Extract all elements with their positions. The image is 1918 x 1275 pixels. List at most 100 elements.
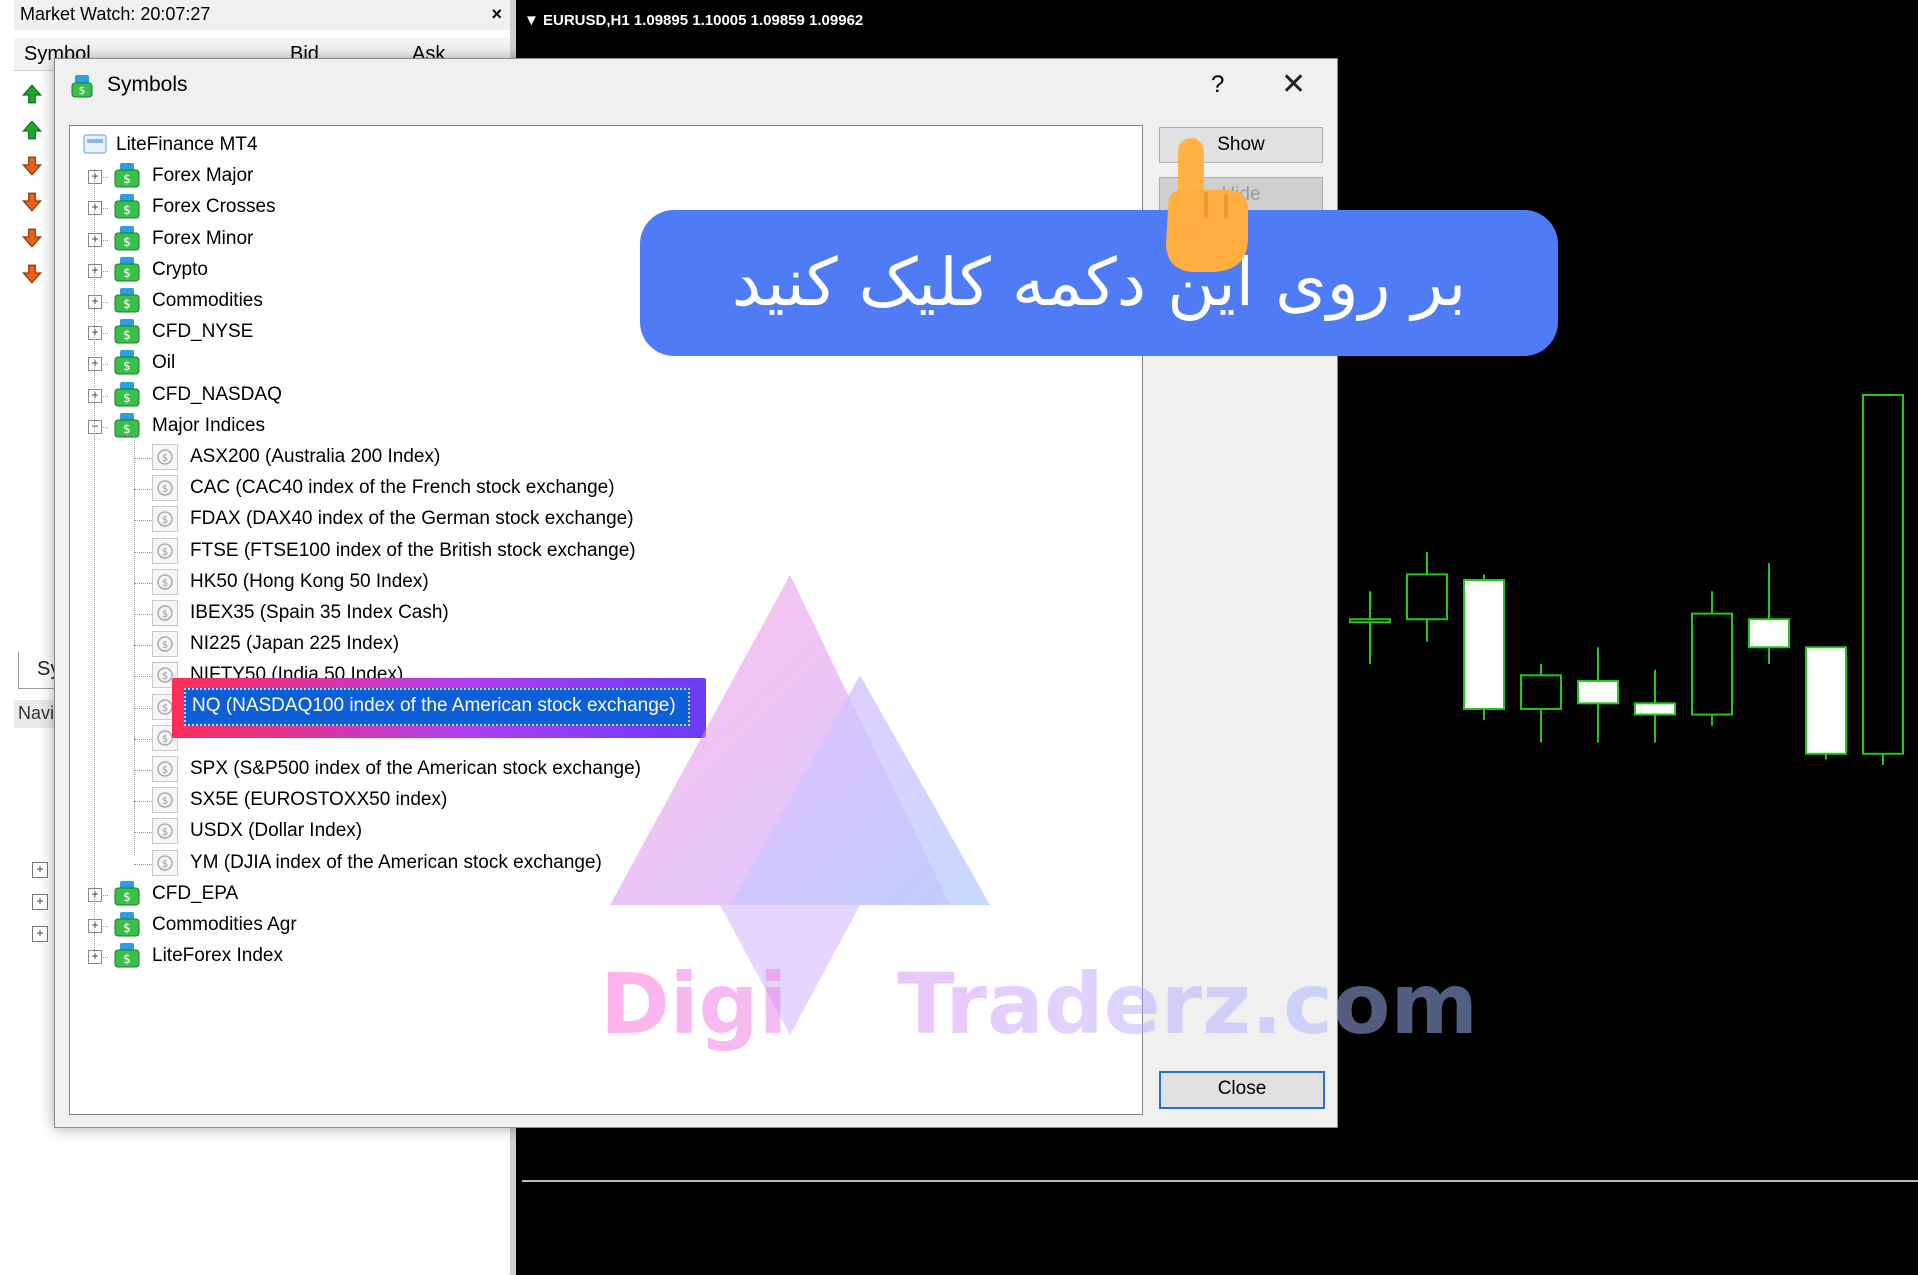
svg-text:$: $ [162, 453, 168, 464]
folder-icon: $ [112, 880, 142, 906]
symbol-row[interactable]: $ SPX (S&P500 index of the American stock… [0, 754, 1100, 784]
symbol-label: FDAX (DAX40 index of the German stock ex… [190, 508, 634, 530]
expand-icon[interactable]: + [88, 357, 102, 372]
expand-icon[interactable]: + [88, 919, 102, 933]
folder-icon: $ [112, 942, 142, 968]
candle-body [1463, 579, 1505, 710]
svg-text:$: $ [123, 921, 131, 935]
symbol-label: FTSE (FTSE100 index of the British stock… [190, 539, 636, 561]
symbol-label: CAC (CAC40 index of the French stock exc… [190, 477, 615, 499]
svg-text:$: $ [123, 890, 131, 904]
symbol-row[interactable]: $ USDX (Dollar Index) [0, 816, 1100, 846]
symbol-label: YM (DJIA index of the American stock exc… [190, 851, 602, 873]
dialog-title: Symbols [107, 73, 188, 96]
symbol-icon: $ [152, 568, 178, 595]
close-button[interactable]: Close [1159, 1071, 1325, 1109]
candle-body [1691, 612, 1733, 716]
symbol-row[interactable]: $ FDAX (DAX40 index of the German stock e… [0, 504, 1100, 534]
candle [1691, 591, 1733, 726]
candle [1577, 647, 1619, 743]
expand-icon[interactable]: + [88, 887, 102, 902]
symbol-icon: $ [152, 475, 178, 502]
price-up-icon [18, 80, 44, 108]
symbol-label: ASX200 (Australia 200 Index) [190, 446, 441, 467]
svg-text:$: $ [123, 297, 131, 311]
symbol-icon: $ [152, 756, 178, 782]
candle-body [1349, 618, 1391, 624]
svg-text:$: $ [123, 359, 131, 373]
selected-row-highlight[interactable] [172, 677, 706, 738]
symbol-icon: $ [152, 600, 178, 626]
symbol-row[interactable]: $ IBEX35 (Spain 35 Index Cash) [0, 598, 1100, 628]
expand-icon[interactable]: + [88, 170, 102, 185]
tree-group-cfd-epa[interactable]: + $ CFD_EPA [0, 879, 1100, 909]
market-watch-titlebar: Market Watch: 20:07:27 × [14, 0, 510, 30]
svg-text:$: $ [162, 484, 168, 495]
symbol-row[interactable]: $ HK50 (Hong Kong 50 Index) [0, 567, 1100, 597]
tree-root[interactable]: LiteFinance MT4 [0, 130, 1100, 160]
server-icon [82, 131, 108, 157]
chart-title: ▼ EURUSD,H1 1.09895 1.10005 1.09859 1.09… [524, 12, 864, 29]
symbol-row[interactable]: $ NI225 (Japan 225 Index) [0, 629, 1100, 659]
symbol-row[interactable]: $ YM (DJIA index of the American stock ex… [0, 848, 1100, 878]
symbol-row[interactable]: $ ASX200 (Australia 200 Index) [0, 442, 1100, 472]
tree-group-cfd-nasdaq[interactable]: + $ CFD_NASDAQ [0, 380, 1100, 410]
dialog-close-icon[interactable]: ✕ [1281, 67, 1306, 102]
candle-body [1406, 573, 1448, 621]
folder-icon: $ [112, 381, 142, 407]
tree-group-label: Oil [152, 352, 176, 374]
expand-icon[interactable]: + [88, 388, 102, 403]
collapse-icon[interactable]: − [88, 419, 102, 434]
tree-group-label: Crypto [152, 258, 208, 280]
svg-text:$: $ [162, 609, 168, 620]
expand-icon[interactable]: + [88, 201, 102, 216]
svg-text:$: $ [162, 547, 168, 558]
tree-group-label: CFD_EPA [152, 882, 239, 904]
tree-root-label: LiteFinance MT4 [116, 134, 258, 155]
svg-text:$: $ [79, 84, 86, 97]
folder-icon: $ [112, 911, 142, 937]
symbol-icon: $ [152, 444, 178, 470]
symbol-row[interactable]: $ SX5E (EUROSTOXX50 index) [0, 785, 1100, 815]
expand-icon[interactable]: + [88, 326, 102, 341]
tree-group-label: Forex Major [152, 165, 254, 187]
svg-text:$: $ [162, 765, 168, 776]
expand-icon[interactable]: + [88, 232, 102, 247]
svg-text:$: $ [162, 703, 168, 714]
expand-icon[interactable]: + [88, 950, 102, 965]
candle [1349, 591, 1391, 665]
symbol-label: SX5E (EUROSTOXX50 index) [190, 789, 448, 811]
symbol-icon: $ [152, 631, 178, 658]
svg-text:$: $ [162, 578, 168, 589]
expand-icon[interactable]: + [88, 295, 102, 309]
tree-group-label: Commodities [152, 290, 263, 311]
svg-text:$: $ [123, 172, 131, 186]
folder-icon: $ [112, 193, 142, 219]
svg-text:$: $ [123, 266, 131, 280]
candlestick-chart[interactable] [1340, 390, 1918, 770]
symbol-row[interactable]: $ CAC (CAC40 index of the French stock ex… [0, 473, 1100, 503]
market-watch-close-button[interactable]: × [491, 4, 502, 25]
tree-group-forex-major[interactable]: + $ Forex Major [0, 161, 1100, 191]
folder-icon: $ [112, 225, 142, 251]
symbol-row[interactable]: $ FTSE (FTSE100 index of the British stoc… [0, 536, 1100, 566]
tree-group-major-indices[interactable]: − $ Major Indices [0, 411, 1100, 441]
chart-separator [522, 1180, 1918, 1182]
tree-group-label: Forex Crosses [152, 196, 276, 218]
candle [1748, 563, 1790, 665]
pointer-hand-icon [1166, 138, 1248, 272]
candle-body [1748, 618, 1790, 649]
tree-group-label: LiteForex Index [152, 945, 283, 967]
expand-icon[interactable]: + [88, 263, 102, 278]
help-button[interactable]: ? [1211, 71, 1224, 99]
market-watch-title: Market Watch: 20:07:27 [20, 4, 211, 24]
candle [1634, 669, 1676, 743]
symbols-dialog-icon: $ [69, 73, 95, 99]
folder-icon: $ [112, 349, 142, 375]
symbol-label: USDX (Dollar Index) [190, 820, 363, 842]
candle [1805, 646, 1847, 760]
candle-body [1577, 679, 1619, 705]
folder-icon: $ [112, 256, 142, 282]
svg-text:$: $ [162, 734, 168, 745]
tree-group-commodities-agr[interactable]: + $ Commodities Agr [0, 910, 1100, 940]
